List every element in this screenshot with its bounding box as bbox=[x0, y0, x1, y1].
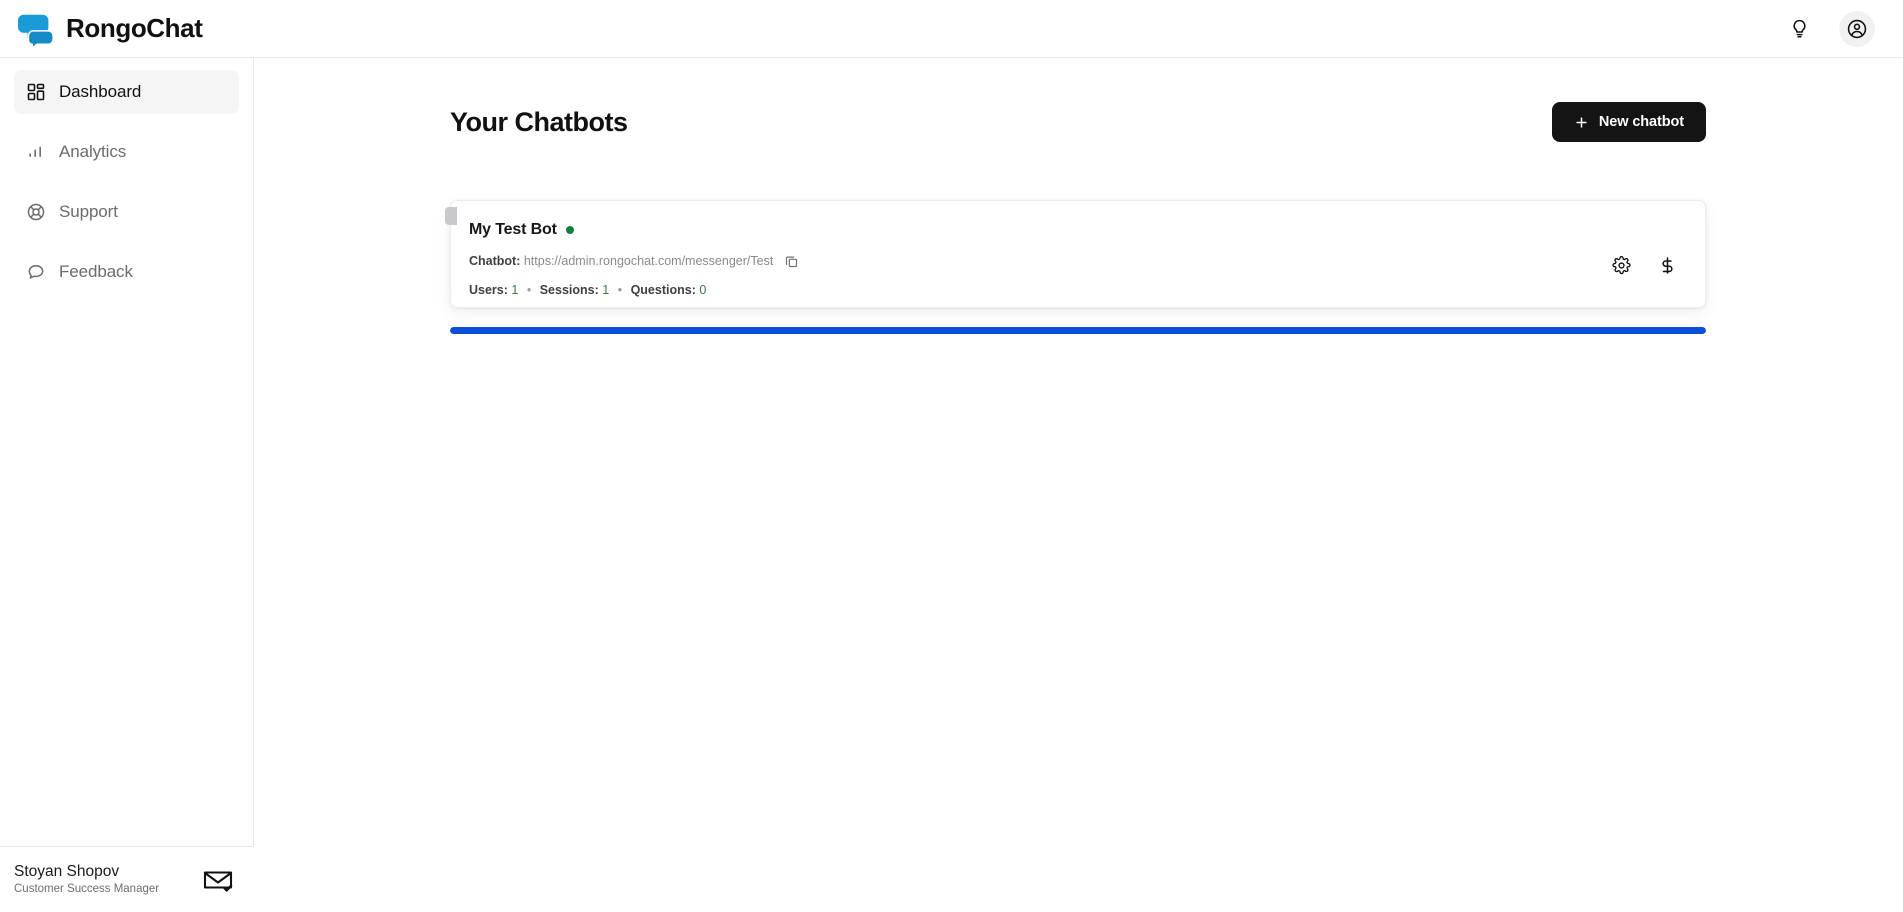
stat-separator: • bbox=[526, 283, 532, 297]
drag-handle[interactable] bbox=[445, 207, 457, 225]
copy-icon bbox=[785, 256, 797, 267]
progress-bar-track bbox=[450, 327, 1706, 334]
brand-name: RongoChat bbox=[66, 13, 203, 43]
top-bar: RongoChat bbox=[0, 0, 1903, 58]
sidebar-nav: Dashboard Analytics Support Feedback bbox=[0, 58, 253, 294]
sidebar-item-dashboard[interactable]: Dashboard bbox=[14, 70, 239, 114]
stat-value-questions: 0 bbox=[699, 283, 707, 297]
new-chatbot-label: New chatbot bbox=[1598, 114, 1684, 130]
profile-info: Stoyan Shopov Customer Success Manager bbox=[14, 862, 198, 897]
contact-manager-button[interactable] bbox=[198, 860, 238, 900]
user-circle-icon bbox=[1847, 19, 1867, 38]
chatbot-url-row: Chatbot: https://admin.rongochat.com/mes… bbox=[469, 252, 1609, 270]
chatbot-url-text: Chatbot: https://admin.rongochat.com/mes… bbox=[469, 254, 773, 268]
content-header: Your Chatbots New chatbot bbox=[450, 98, 1706, 146]
sidebar: Dashboard Analytics Support Feedback Sto… bbox=[0, 58, 254, 912]
plus-icon bbox=[1576, 116, 1587, 128]
copy-url-button[interactable] bbox=[782, 252, 800, 270]
stat-separator: • bbox=[617, 283, 623, 297]
account-button[interactable] bbox=[1839, 10, 1875, 47]
sidebar-item-label: Feedback bbox=[59, 262, 133, 281]
lightbulb-icon bbox=[1792, 19, 1806, 38]
chat-bubbles-icon bbox=[18, 14, 54, 48]
profile-name: Stoyan Shopov bbox=[14, 862, 120, 880]
chatbot-stats: Users: 1 • Sessions: 1 • Questions: 0 bbox=[469, 283, 1609, 297]
billing-button[interactable] bbox=[1655, 253, 1679, 277]
sidebar-item-label: Dashboard bbox=[59, 82, 142, 101]
chatbot-info: My Test Bot Chatbot: https://admin.rongo… bbox=[469, 221, 1609, 297]
tips-button[interactable] bbox=[1781, 11, 1817, 47]
new-chatbot-button[interactable]: New chatbot bbox=[1551, 102, 1706, 142]
status-badge bbox=[565, 226, 574, 234]
stat-value-sessions: 1 bbox=[602, 283, 610, 297]
sidebar-item-analytics[interactable]: Analytics bbox=[14, 130, 239, 174]
stat-label-questions: Questions: bbox=[630, 283, 696, 297]
mail-check-icon bbox=[203, 870, 233, 892]
stat-label-sessions: Sessions: bbox=[539, 283, 599, 297]
profile-role: Customer Success Manager bbox=[14, 883, 160, 896]
chatbot-list: My Test Bot Chatbot: https://admin.rongo… bbox=[445, 200, 1706, 334]
stat-label-users: Users: bbox=[469, 283, 508, 297]
main-content: Your Chatbots New chatbot My Test Bot Ch… bbox=[254, 58, 1903, 912]
gear-icon bbox=[1611, 255, 1631, 274]
settings-button[interactable] bbox=[1609, 253, 1633, 277]
top-bar-actions bbox=[1781, 10, 1875, 47]
content-container: Your Chatbots New chatbot My Test Bot Ch… bbox=[445, 98, 1706, 334]
sidebar-item-support[interactable]: Support bbox=[14, 190, 239, 234]
dollar-icon bbox=[1661, 256, 1673, 274]
chatbot-actions bbox=[1609, 253, 1679, 277]
chatbot-url-value: https://admin.rongochat.com/messenger/Te… bbox=[523, 254, 774, 268]
stat-value-users: 1 bbox=[511, 283, 519, 297]
chatbot-name-row: My Test Bot bbox=[469, 221, 1609, 239]
bar-chart-icon bbox=[29, 146, 41, 157]
page-title: Your Chatbots bbox=[450, 106, 628, 137]
chatbot-url-label: Chatbot: bbox=[469, 254, 521, 268]
sidebar-footer: Stoyan Shopov Customer Success Manager bbox=[0, 846, 254, 912]
speech-bubble-icon bbox=[28, 265, 44, 279]
lifebuoy-icon bbox=[27, 203, 45, 221]
progress-bar-fill bbox=[450, 327, 1706, 334]
grid-icon bbox=[27, 83, 45, 101]
chatbot-name: My Test Bot bbox=[469, 221, 557, 238]
sidebar-item-label: Analytics bbox=[59, 142, 127, 161]
sidebar-item-label: Support bbox=[59, 202, 118, 221]
brand-logo[interactable]: RongoChat bbox=[18, 10, 203, 48]
sidebar-item-feedback[interactable]: Feedback bbox=[14, 250, 239, 294]
chatbot-card[interactable]: My Test Bot Chatbot: https://admin.rongo… bbox=[445, 200, 1706, 308]
